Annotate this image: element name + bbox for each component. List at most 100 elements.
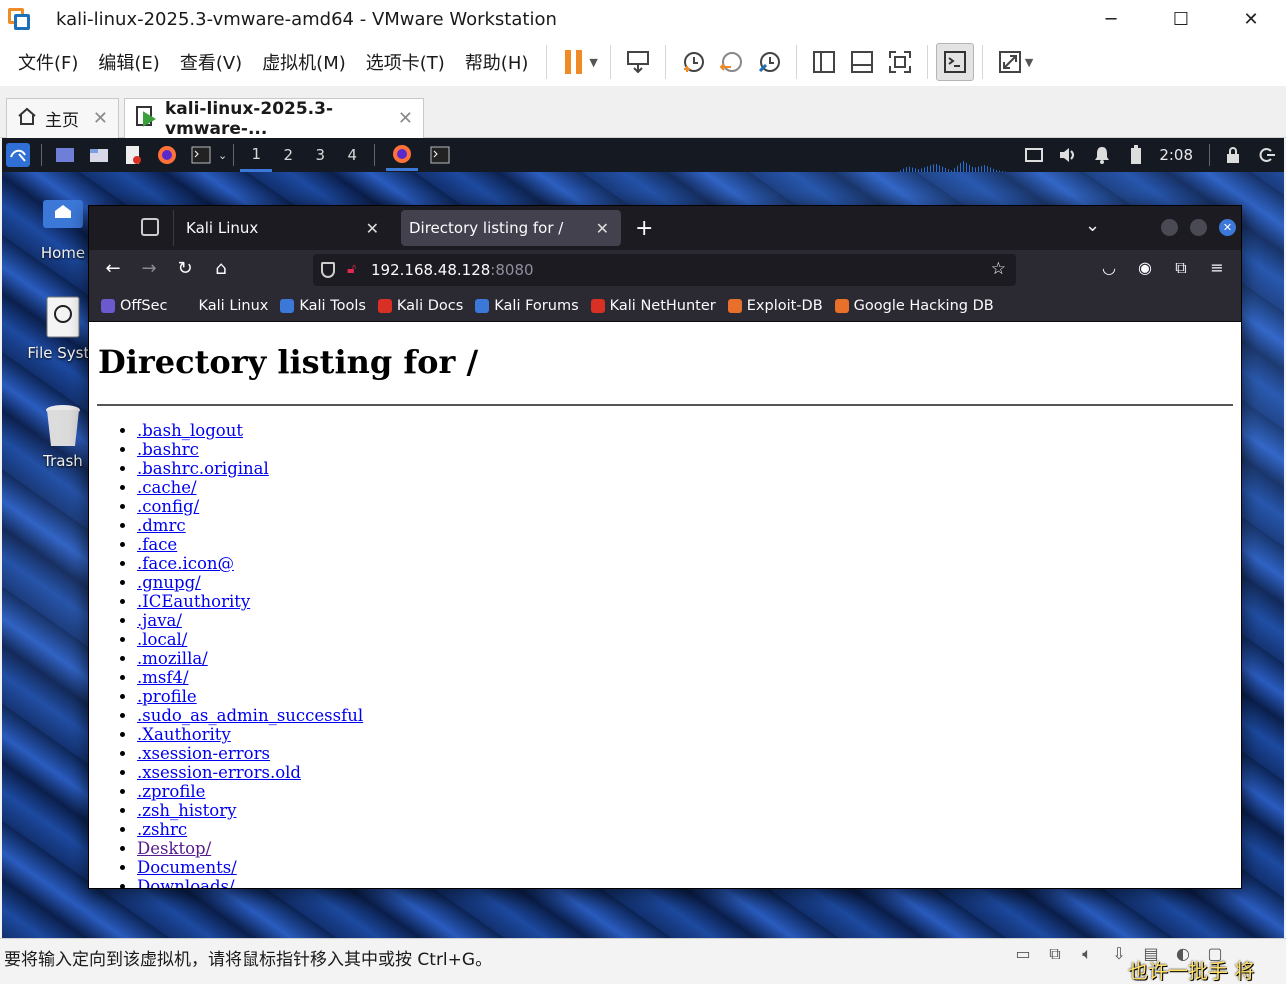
reload-icon[interactable]: ↻	[173, 258, 197, 279]
kali-menu-icon[interactable]	[6, 143, 30, 167]
volume-icon[interactable]	[1056, 143, 1080, 167]
hamburger-menu-icon[interactable]: ≡	[1206, 258, 1228, 277]
directory-entry-link[interactable]: .ICEauthority	[137, 592, 250, 611]
close-window-button[interactable]: ✕	[1219, 219, 1236, 236]
snapshot-icon[interactable]	[674, 43, 712, 81]
notification-bell-icon[interactable]	[1090, 143, 1114, 167]
new-tab-button[interactable]: +	[635, 216, 653, 241]
bookmark-item[interactable]: Google Hacking DB	[834, 298, 994, 314]
close-icon[interactable]: ✕	[93, 108, 108, 129]
firefox-tab-directory[interactable]: Directory listing for / ✕	[401, 210, 621, 246]
tab-kali-vm[interactable]: kali-linux-2025.3-vmware-... ✕	[124, 98, 424, 139]
close-button[interactable]: ✕	[1216, 0, 1286, 38]
console-view-icon[interactable]	[935, 43, 974, 81]
taskbar-firefox-icon[interactable]	[386, 139, 419, 171]
directory-entry-link[interactable]: .Xauthority	[137, 725, 231, 744]
thumbnail-bar-icon[interactable]	[843, 43, 881, 81]
menu-tabs[interactable]: 选项卡(T)	[356, 49, 455, 75]
insecure-lock-icon[interactable]: 🔓︎	[347, 261, 356, 277]
snapshot-manager-icon[interactable]	[750, 43, 788, 81]
directory-entry-link[interactable]: .xsession-errors.old	[137, 763, 301, 782]
extensions-icon[interactable]: ⧉	[1170, 258, 1192, 278]
directory-entry-link[interactable]: .xsession-errors	[137, 744, 270, 763]
bookmark-item[interactable]: Kali Forums	[475, 298, 579, 314]
minimize-window-button[interactable]	[1161, 219, 1178, 236]
directory-entry-link[interactable]: .mozilla/	[137, 649, 208, 668]
fullscreen-icon[interactable]	[881, 43, 919, 81]
file-manager-icon[interactable]	[87, 143, 111, 167]
url-bar[interactable]: 🔓︎ 192.168.48.128 :8080 ☆	[313, 254, 1016, 286]
workspace-2[interactable]: 2	[272, 138, 304, 172]
bookmark-item[interactable]: OffSec	[101, 298, 168, 314]
send-ctrl-alt-del-icon[interactable]	[619, 43, 657, 81]
menu-help[interactable]: 帮助(H)	[455, 49, 539, 75]
chevron-down-icon[interactable]: ⌄	[218, 149, 227, 162]
show-desktop-icon[interactable]	[53, 143, 77, 167]
directory-entry-link[interactable]: .zsh_history	[137, 801, 236, 820]
account-icon[interactable]: ◉	[1134, 258, 1156, 277]
chevron-down-icon[interactable]: ▼	[589, 56, 597, 69]
network-adapter-icon[interactable]: ⧉	[1044, 944, 1066, 966]
minimize-button[interactable]: ─	[1076, 0, 1146, 38]
menu-vm[interactable]: 虚拟机(M)	[252, 49, 356, 75]
close-icon[interactable]: ✕	[398, 108, 413, 129]
directory-entry-link[interactable]: .zshrc	[137, 820, 187, 839]
bookmark-item[interactable]: Exploit-DB	[727, 298, 823, 314]
directory-entry-link[interactable]: Downloads/	[137, 877, 235, 888]
directory-entry-link[interactable]: .bashrc	[137, 440, 199, 459]
forward-arrow-icon[interactable]: →	[137, 258, 161, 279]
chevron-down-icon[interactable]: ⌄	[1085, 215, 1100, 236]
close-icon[interactable]: ✕	[596, 219, 609, 238]
usb-icon[interactable]: ⇩	[1108, 944, 1130, 966]
workspace-1[interactable]: 1	[240, 138, 273, 172]
directory-entry-link[interactable]: .cache/	[137, 478, 197, 497]
taskbar-terminal-icon[interactable]	[428, 143, 452, 167]
workspace-3[interactable]: 3	[304, 138, 336, 172]
menu-view[interactable]: 查看(V)	[170, 49, 252, 75]
firefox-tab-kali[interactable]: Kali Linux ✕	[173, 210, 391, 246]
terminal-icon[interactable]	[189, 143, 213, 167]
list-all-tabs-icon[interactable]	[141, 218, 159, 236]
directory-entry-link[interactable]: .java/	[137, 611, 182, 630]
menu-edit[interactable]: 编辑(E)	[88, 49, 169, 75]
logout-icon[interactable]	[1255, 143, 1279, 167]
directory-entry-link[interactable]: .msf4/	[137, 668, 189, 687]
back-arrow-icon[interactable]: ←	[101, 258, 125, 279]
menu-file[interactable]: 文件(F)	[8, 49, 88, 75]
chevron-down-icon[interactable]: ▼	[1025, 56, 1033, 69]
battery-icon[interactable]	[1124, 143, 1148, 167]
bookmark-item[interactable]: Kali NetHunter	[590, 298, 716, 314]
workspace-4[interactable]: 4	[336, 138, 368, 172]
sound-card-icon[interactable]: 🔈︎	[1076, 944, 1098, 966]
directory-entry-link[interactable]: .face.icon@	[137, 554, 234, 573]
text-editor-icon[interactable]	[121, 143, 145, 167]
directory-entry-link[interactable]: .face	[137, 535, 177, 554]
firefox-icon[interactable]	[155, 143, 179, 167]
directory-entry-link[interactable]: .config/	[137, 497, 199, 516]
maximize-window-button[interactable]	[1190, 219, 1207, 236]
directory-entry-link[interactable]: Desktop/	[137, 839, 211, 858]
hard-disk-icon[interactable]: ▭	[1012, 944, 1034, 966]
directory-entry-link[interactable]: .zprofile	[137, 782, 205, 801]
maximize-button[interactable]: ☐	[1146, 0, 1216, 38]
bookmark-item[interactable]: Kali Tools	[280, 298, 366, 314]
show-library-icon[interactable]	[805, 43, 843, 81]
directory-entry-link[interactable]: .local/	[137, 630, 187, 649]
lock-icon[interactable]	[1221, 143, 1245, 167]
directory-entry-link[interactable]: .gnupg/	[137, 573, 201, 592]
close-icon[interactable]: ✕	[366, 219, 379, 238]
screen-icon[interactable]	[1022, 143, 1046, 167]
tracking-shield-icon[interactable]	[321, 262, 335, 278]
directory-entry-link[interactable]: .dmrc	[137, 516, 186, 535]
stretch-guest-icon[interactable]	[991, 43, 1029, 81]
directory-entry-link[interactable]: .profile	[137, 687, 197, 706]
home-icon[interactable]: ⌂	[209, 258, 233, 279]
bookmark-item[interactable]: Kali Docs	[377, 298, 463, 314]
pause-icon[interactable]	[555, 43, 593, 81]
bookmark-item[interactable]: Kali Linux	[179, 298, 268, 314]
directory-entry-link[interactable]: .bash_logout	[137, 421, 243, 440]
directory-entry-link[interactable]: .bashrc.original	[137, 459, 269, 478]
directory-entry-link[interactable]: Documents/	[137, 858, 237, 877]
tab-home[interactable]: 主页 ✕	[6, 98, 119, 138]
pocket-icon[interactable]: ◡	[1098, 258, 1120, 277]
